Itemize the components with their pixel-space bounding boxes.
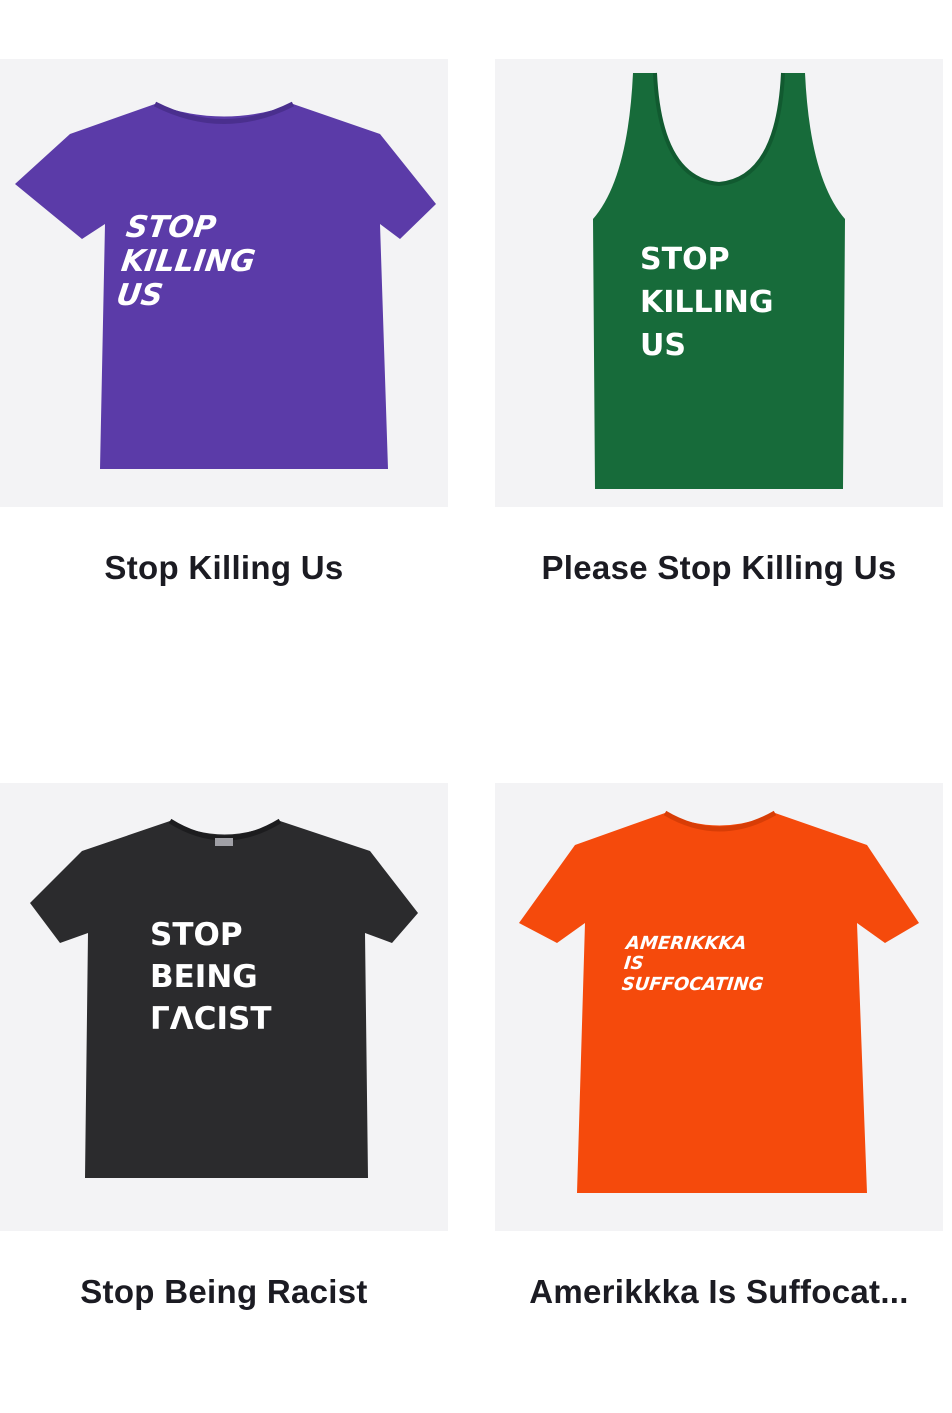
product-image[interactable]: STOP KILLING US — [0, 59, 448, 507]
print-line: US — [640, 328, 686, 363]
product-title[interactable]: Amerikkka Is Suffocat... — [495, 1273, 943, 1311]
print-line: AMERIKKKA — [623, 933, 748, 954]
print-line: SUFFOCATING — [621, 974, 765, 995]
print-line: STOP — [124, 210, 218, 245]
product-card[interactable]: STOP KILLING US Stop Killing Us — [0, 59, 448, 619]
product-card[interactable]: STOP BEING ΓΛCIST Stop Being Racist — [0, 783, 448, 1343]
print-line: US — [114, 278, 165, 313]
print-line: BEING — [150, 959, 258, 995]
product-image[interactable]: AMERIKKKA IS SUFFOCATING — [495, 783, 943, 1231]
tshirt-image: STOP BEING ΓΛCIST — [30, 818, 418, 1178]
print-line: KILLING — [640, 285, 774, 320]
product-image[interactable]: STOP BEING ΓΛCIST — [0, 783, 448, 1231]
product-card[interactable]: STOP KILLING US Please Stop Killing Us — [495, 59, 943, 619]
tank-top-image: STOP KILLING US — [593, 72, 845, 489]
tshirt-image: STOP KILLING US — [15, 101, 436, 469]
print-line: STOP — [150, 917, 243, 953]
product-title[interactable]: Stop Being Racist — [0, 1273, 448, 1311]
product-title[interactable]: Please Stop Killing Us — [495, 549, 943, 587]
tshirt-image: AMERIKKKA IS SUFFOCATING — [519, 810, 919, 1193]
print-line: ΓΛCIST — [150, 1001, 272, 1037]
print-line: IS — [623, 953, 645, 974]
product-card[interactable]: AMERIKKKA IS SUFFOCATING Amerikkka Is Su… — [495, 783, 943, 1343]
product-title[interactable]: Stop Killing Us — [0, 549, 448, 587]
print-line: KILLING — [119, 244, 257, 279]
print-line: STOP — [640, 242, 730, 277]
product-image[interactable]: STOP KILLING US — [495, 59, 943, 507]
